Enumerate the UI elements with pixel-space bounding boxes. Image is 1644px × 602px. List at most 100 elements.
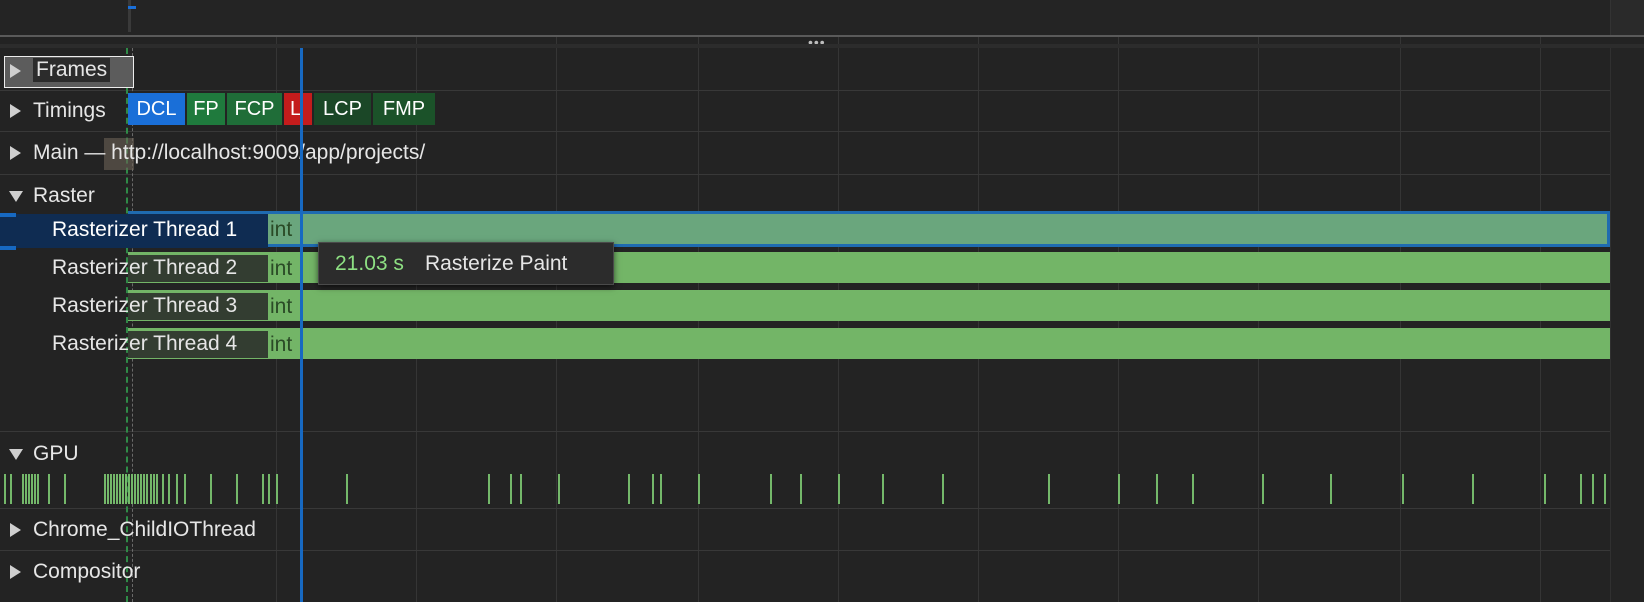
gpu-tick bbox=[150, 474, 152, 504]
gpu-tick bbox=[143, 474, 145, 504]
raster-thread-label[interactable]: Rasterizer Thread 1 bbox=[52, 218, 237, 242]
gpu-tick bbox=[1048, 474, 1050, 504]
gpu-tick bbox=[162, 474, 164, 504]
gpu-tick bbox=[1118, 474, 1120, 504]
raster-slice[interactable] bbox=[128, 328, 1610, 359]
expand-arrow-icon[interactable] bbox=[10, 64, 21, 78]
row-separator bbox=[0, 174, 1644, 175]
gpu-tick bbox=[25, 474, 27, 504]
row-separator bbox=[0, 508, 1644, 509]
expand-arrow-icon[interactable] bbox=[10, 523, 21, 537]
gpu-tick bbox=[146, 474, 148, 504]
selection-indicator bbox=[0, 213, 16, 217]
gpu-tick bbox=[37, 474, 39, 504]
tooltip-title: Rasterize Paint bbox=[425, 252, 568, 275]
gpu-tick bbox=[770, 474, 772, 504]
expand-arrow-icon[interactable] bbox=[10, 565, 21, 579]
gpu-tick bbox=[1604, 474, 1606, 504]
gpu-tick bbox=[1580, 474, 1582, 504]
gpu-tick bbox=[131, 474, 133, 504]
vertical-scrollbar[interactable] bbox=[1610, 48, 1644, 602]
timing-marker-fp[interactable]: FP bbox=[187, 93, 225, 125]
gpu-tick bbox=[276, 474, 278, 504]
time-cursor-line[interactable] bbox=[300, 48, 303, 602]
gpu-tick bbox=[800, 474, 802, 504]
raster-thread-label[interactable]: Rasterizer Thread 3 bbox=[52, 294, 237, 318]
gpu-tick bbox=[116, 474, 118, 504]
overview-marker bbox=[128, 0, 131, 32]
track-label-raster[interactable]: Raster bbox=[33, 184, 95, 208]
gpu-tick bbox=[1156, 474, 1158, 504]
slice-label-fragment: int bbox=[270, 218, 293, 241]
gpu-tick bbox=[346, 474, 348, 504]
gpu-tick bbox=[168, 474, 170, 504]
gpu-tick bbox=[1402, 474, 1404, 504]
gpu-tick bbox=[1330, 474, 1332, 504]
overview-marker-blue bbox=[128, 6, 136, 9]
row-separator bbox=[0, 431, 1644, 432]
gpu-tick bbox=[176, 474, 178, 504]
gpu-tick bbox=[34, 474, 36, 504]
timing-marker-lcp[interactable]: LCP bbox=[314, 93, 371, 125]
timing-marker-fmp[interactable]: FMP bbox=[373, 93, 435, 125]
gpu-tick bbox=[652, 474, 654, 504]
gpu-tick bbox=[156, 474, 158, 504]
track-label-main[interactable]: Main — http://localhost:9009/app/project… bbox=[33, 141, 425, 165]
track-label-frames[interactable]: Frames bbox=[33, 58, 111, 82]
gpu-tick bbox=[28, 474, 30, 504]
gpu-tick bbox=[262, 474, 264, 504]
gpu-tick bbox=[1262, 474, 1264, 504]
gpu-tick bbox=[882, 474, 884, 504]
row-separator bbox=[0, 131, 1644, 132]
gpu-tick bbox=[22, 474, 24, 504]
gpu-tick bbox=[128, 474, 130, 504]
gpu-tick bbox=[137, 474, 139, 504]
gpu-tick bbox=[107, 474, 109, 504]
gpu-tick bbox=[488, 474, 490, 504]
raster-thread-label[interactable]: Rasterizer Thread 4 bbox=[52, 332, 237, 356]
overview-strip[interactable] bbox=[0, 0, 1644, 35]
slice-label-fragment: int bbox=[270, 295, 293, 318]
timing-marker-dcl[interactable]: DCL bbox=[128, 93, 185, 125]
track-label-gpu[interactable]: GPU bbox=[33, 442, 79, 466]
gpu-tick bbox=[10, 474, 12, 504]
gpu-tick bbox=[104, 474, 106, 504]
track-label-chrome-childiothread[interactable]: Chrome_ChildIOThread bbox=[33, 518, 256, 542]
gpu-tick bbox=[153, 474, 155, 504]
gpu-tick bbox=[1544, 474, 1546, 504]
slice-label-fragment: int bbox=[270, 257, 293, 280]
gpu-tick bbox=[1192, 474, 1194, 504]
gpu-tick bbox=[48, 474, 50, 504]
raster-thread-label[interactable]: Rasterizer Thread 2 bbox=[52, 256, 237, 280]
gpu-tick bbox=[942, 474, 944, 504]
gpu-tick bbox=[210, 474, 212, 504]
timing-marker-fcp[interactable]: FCP bbox=[227, 93, 282, 125]
gpu-tick bbox=[698, 474, 700, 504]
raster-slice[interactable] bbox=[128, 290, 1610, 321]
slice-tooltip: 21.03 s Rasterize Paint bbox=[318, 242, 614, 285]
expand-arrow-icon[interactable] bbox=[10, 146, 21, 160]
gpu-tick bbox=[4, 474, 6, 504]
gpu-tick bbox=[1592, 474, 1594, 504]
gpu-tick bbox=[236, 474, 238, 504]
gpu-tick bbox=[113, 474, 115, 504]
gpu-tick bbox=[520, 474, 522, 504]
gpu-tick bbox=[31, 474, 33, 504]
gpu-tick bbox=[660, 474, 662, 504]
expand-arrow-icon[interactable] bbox=[10, 104, 21, 118]
selection-indicator bbox=[0, 246, 16, 250]
splitter-shadow bbox=[0, 44, 1644, 48]
collapse-arrow-icon[interactable] bbox=[9, 449, 23, 460]
track-label-timings[interactable]: Timings bbox=[33, 99, 106, 123]
gpu-tick bbox=[122, 474, 124, 504]
gpu-tick bbox=[134, 474, 136, 504]
timing-marker-l[interactable]: L bbox=[284, 93, 312, 125]
gpu-tick bbox=[119, 474, 121, 504]
row-separator bbox=[0, 550, 1644, 551]
overview-scroll-area[interactable] bbox=[1610, 0, 1644, 35]
track-label-compositor[interactable]: Compositor bbox=[33, 560, 140, 584]
gpu-tick bbox=[184, 474, 186, 504]
gpu-tick bbox=[125, 474, 127, 504]
collapse-arrow-icon[interactable] bbox=[9, 191, 23, 202]
row-separator bbox=[0, 90, 1644, 91]
